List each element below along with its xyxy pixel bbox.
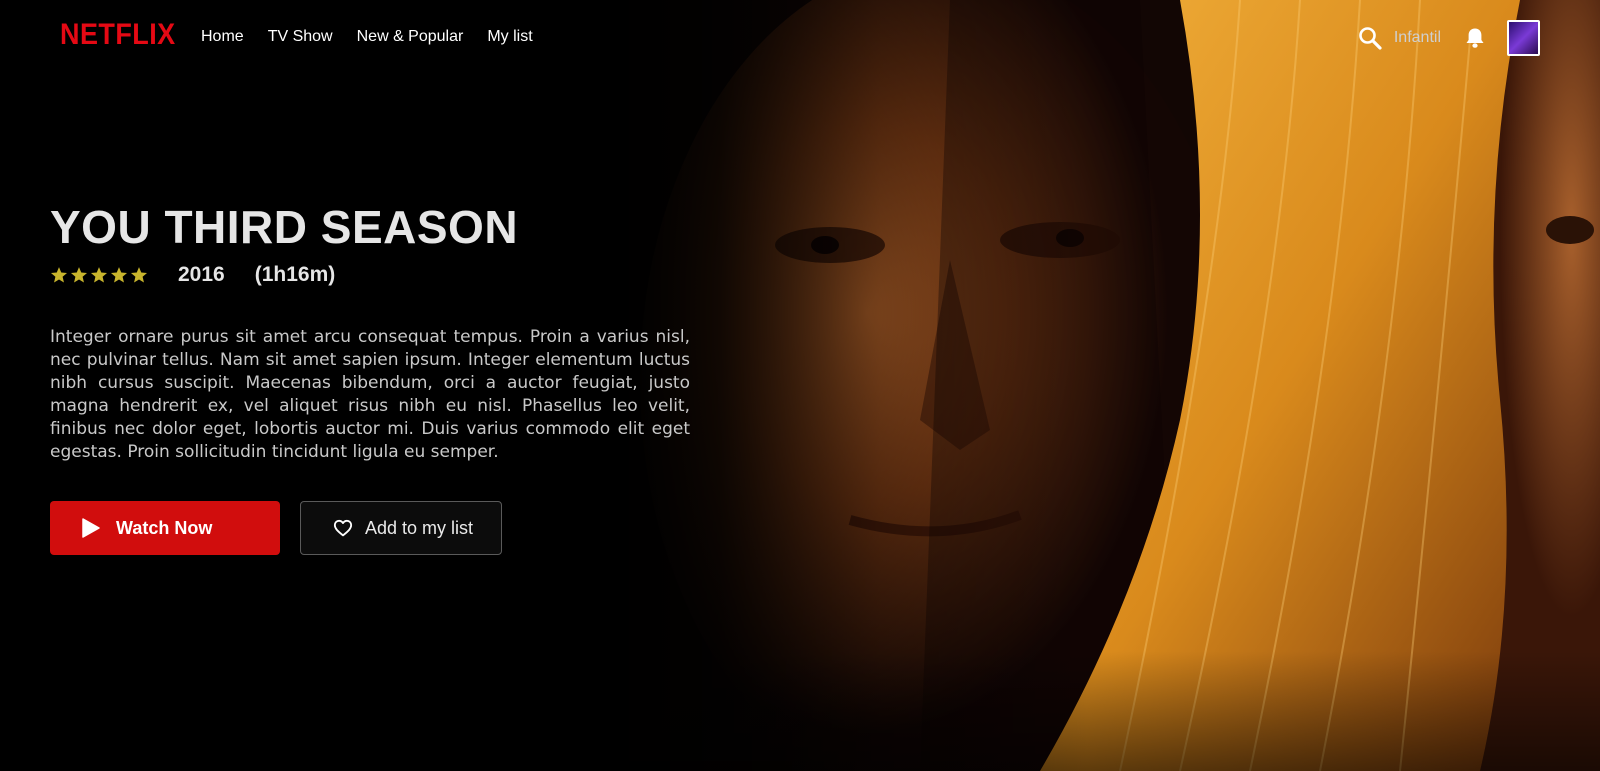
nav-link-my-list[interactable]: My list: [487, 28, 532, 46]
nav-link-tv-show[interactable]: TV Show: [268, 28, 333, 46]
watch-now-button[interactable]: Watch Now: [50, 501, 280, 555]
rating-stars: [50, 266, 148, 284]
star-icon: [70, 267, 88, 283]
star-icon: [110, 267, 128, 283]
hero-content: YOU THIRD SEASON 2016 (1h16m) Integer or…: [50, 198, 690, 555]
nav-right-controls: Infantil: [1356, 20, 1540, 56]
avatar[interactable]: [1507, 20, 1540, 56]
hero-background-image: [620, 0, 1600, 771]
top-navigation: NETFLIX Home TV Show New & Popular My li…: [0, 0, 1600, 76]
nav-link-home[interactable]: Home: [201, 28, 244, 46]
duration: (1h16m): [254, 263, 336, 286]
search-icon[interactable]: [1356, 20, 1384, 56]
nav-link-new-popular[interactable]: New & Popular: [357, 28, 464, 46]
play-icon: [82, 518, 100, 538]
star-icon: [130, 267, 148, 283]
release-year: 2016: [178, 263, 225, 286]
bell-icon[interactable]: [1463, 20, 1487, 56]
star-icon: [50, 267, 68, 283]
show-title: YOU THIRD SEASON: [50, 201, 519, 253]
profile-name[interactable]: Infantil: [1394, 29, 1441, 47]
show-meta: 2016 (1h16m): [50, 260, 690, 290]
star-icon: [90, 267, 108, 283]
nav-links: Home TV Show New & Popular My list: [201, 28, 533, 46]
heart-icon: [333, 519, 353, 537]
watch-now-label: Watch Now: [116, 517, 213, 538]
add-to-list-button[interactable]: Add to my list: [300, 501, 502, 555]
show-description: Integer ornare purus sit amet arcu conse…: [50, 327, 690, 462]
add-to-list-label: Add to my list: [365, 517, 474, 538]
page: NETFLIX Home TV Show New & Popular My li…: [0, 0, 1600, 771]
netflix-logo[interactable]: NETFLIX: [60, 18, 176, 52]
hero-actions: Watch Now Add to my list: [50, 501, 690, 555]
